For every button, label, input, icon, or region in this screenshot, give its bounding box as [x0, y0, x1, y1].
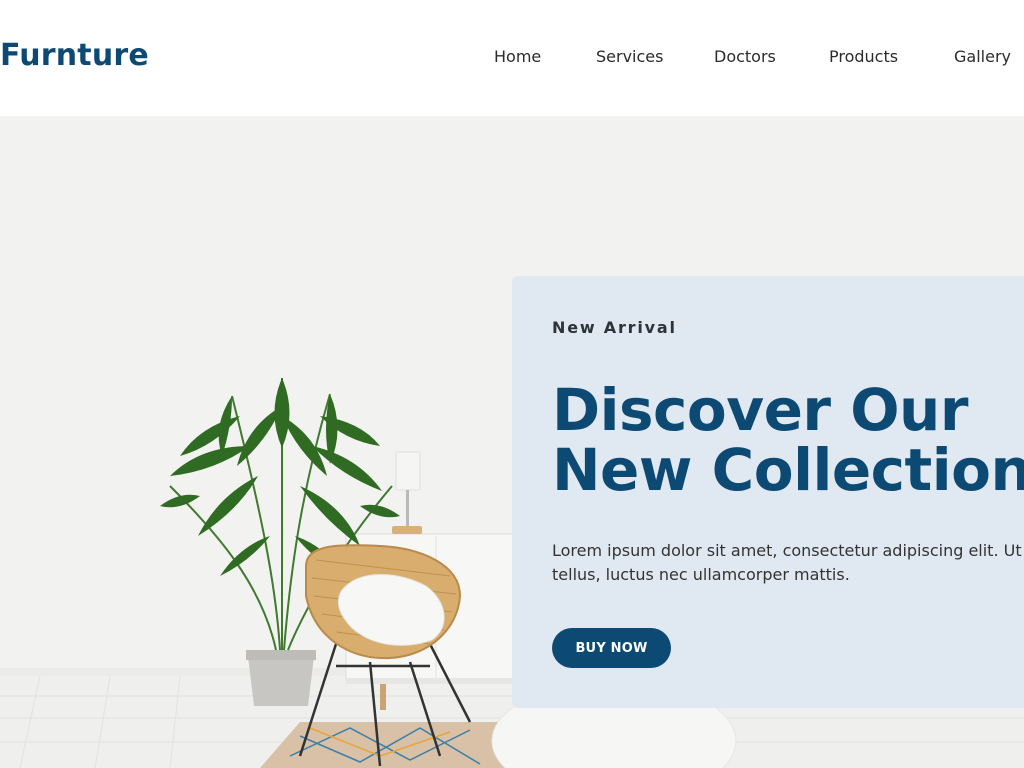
nav-item-products[interactable]: Products — [829, 47, 898, 66]
buy-now-button[interactable]: BUY NOW — [552, 628, 671, 668]
hero-description: Lorem ipsum dolor sit amet, consectetur … — [552, 541, 1024, 584]
hero-card: New Arrival Discover Our New Collection … — [512, 276, 1024, 708]
nav-item-doctors[interactable]: Doctors — [714, 47, 776, 66]
hero-headline-line-1: Discover Our — [552, 376, 968, 444]
hero-headline-line-2: New Collection — [552, 436, 1024, 504]
site-header: Furnture Home Services Doctors Products … — [0, 0, 1024, 116]
nav-item-services[interactable]: Services — [596, 47, 663, 66]
hero-eyebrow: New Arrival — [552, 318, 677, 337]
nav-item-gallery[interactable]: Gallery — [954, 47, 1011, 66]
main-nav: Home Services Doctors Products Gallery — [0, 47, 1024, 69]
hero-headline: Discover Our New Collection — [552, 380, 1024, 500]
nav-item-home[interactable]: Home — [494, 47, 541, 66]
